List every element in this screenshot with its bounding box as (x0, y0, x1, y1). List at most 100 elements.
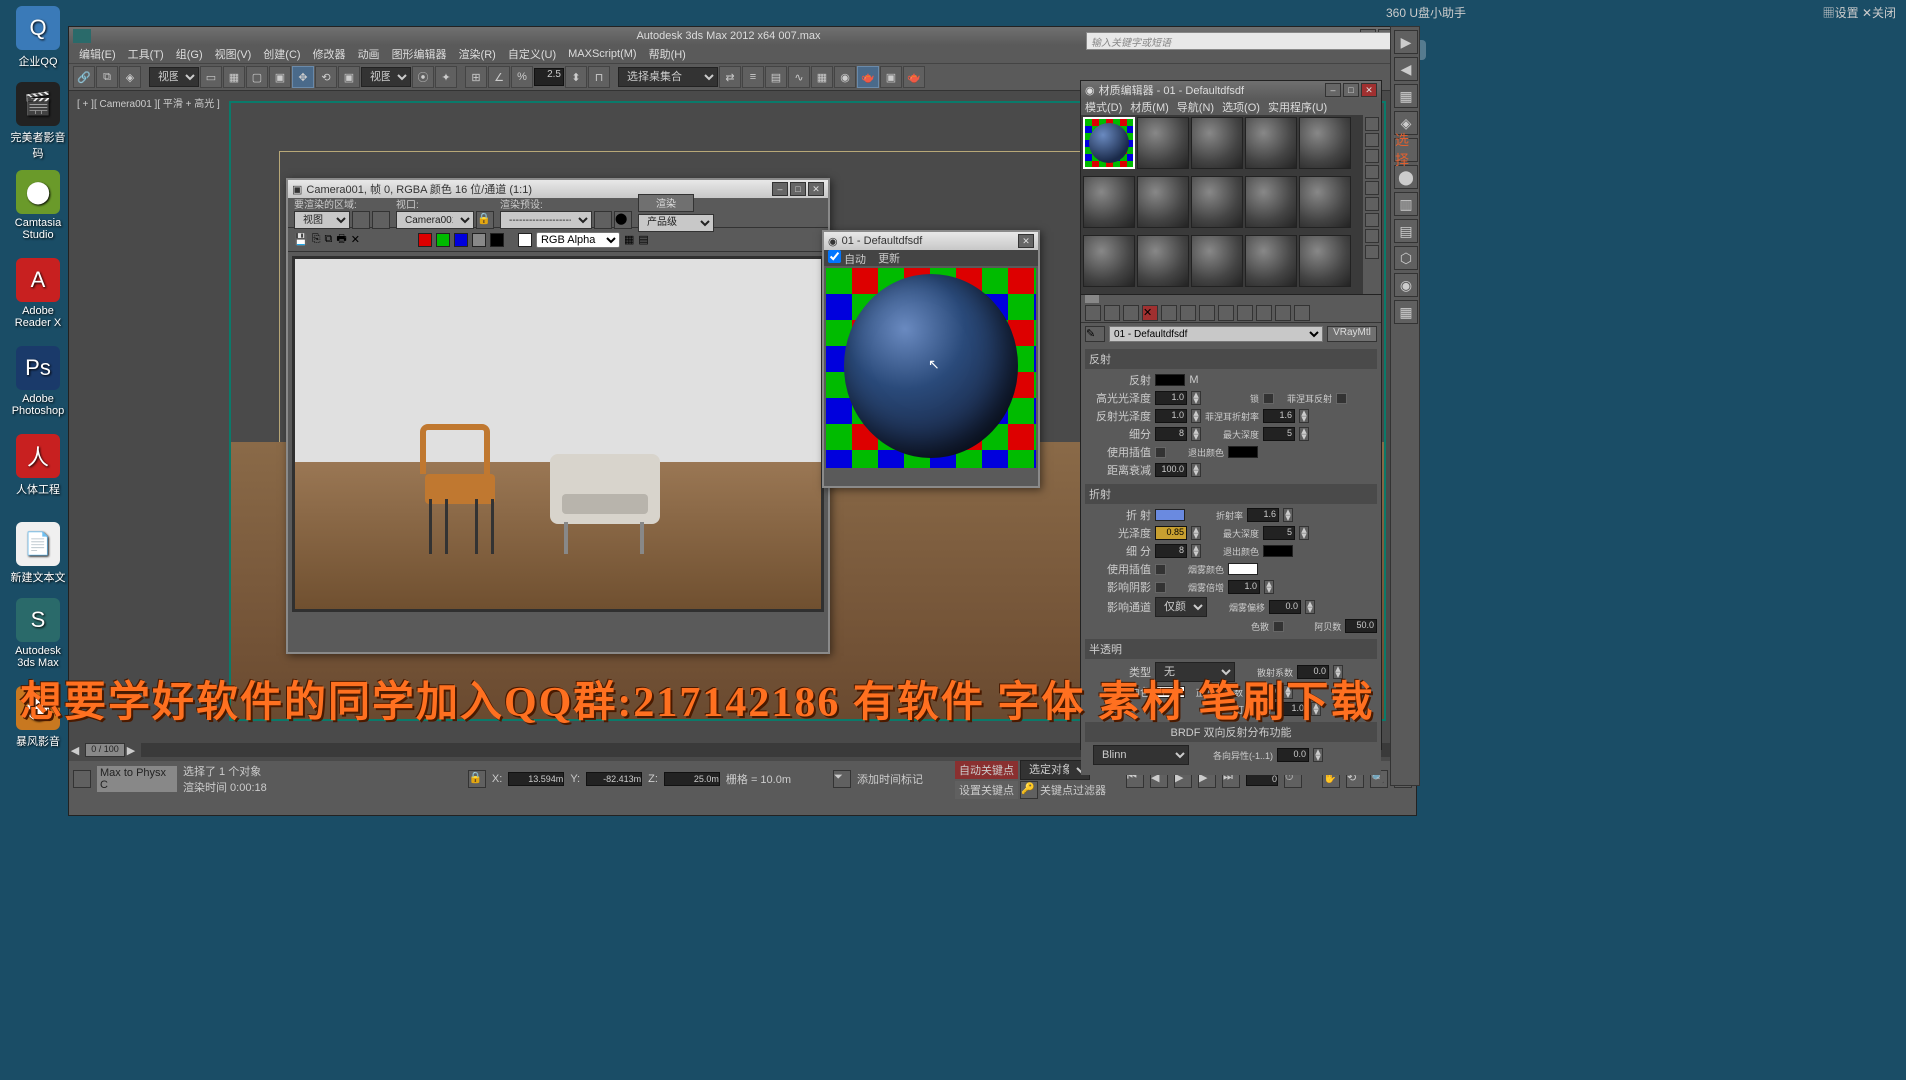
mat-map-nav-icon[interactable] (1365, 245, 1379, 259)
select-name-icon[interactable]: ▦ (223, 66, 245, 88)
maxscript-icon[interactable] (73, 770, 91, 788)
video-check-icon[interactable] (1365, 181, 1379, 195)
material-type-button[interactable]: VRayMtl (1327, 326, 1377, 342)
mono-channel-button[interactable] (490, 233, 504, 247)
ior-spinner[interactable]: 1.6 (1247, 508, 1279, 522)
align-icon[interactable]: ≡ (742, 66, 764, 88)
material-slot[interactable] (1083, 176, 1135, 228)
schematic-icon[interactable]: ▦ (811, 66, 833, 88)
manipulate-icon[interactable]: ✦ (435, 66, 457, 88)
menu-mode[interactable]: 模式(D) (1085, 99, 1122, 115)
abbe-spinner[interactable]: 50.0 (1345, 619, 1377, 633)
material-slot[interactable] (1299, 117, 1351, 169)
maximize-button[interactable]: □ (1343, 83, 1359, 97)
material-slot[interactable] (1299, 235, 1351, 287)
area-btn2-icon[interactable] (372, 211, 390, 229)
bg-swatch[interactable] (518, 233, 532, 247)
clone-image-icon[interactable]: ⧉ (325, 233, 333, 246)
window-crossing-icon[interactable]: ▣ (269, 66, 291, 88)
minimize-button[interactable]: – (1325, 83, 1341, 97)
spinner-buttons[interactable]: ▴▾ (1283, 508, 1293, 522)
make-copy-icon[interactable] (1161, 305, 1177, 321)
strip-icon[interactable]: 选择 (1394, 138, 1418, 162)
section-reflection[interactable]: 反射 (1085, 349, 1377, 369)
auto-checkbox[interactable] (828, 250, 841, 263)
blue-channel-button[interactable] (454, 233, 468, 247)
material-slot[interactable] (1137, 117, 1189, 169)
fogbias-spinner[interactable]: 0.0 (1269, 600, 1301, 614)
menu-help[interactable]: 帮助(H) (643, 46, 692, 62)
select-icon[interactable]: ▭ (200, 66, 222, 88)
update-button[interactable]: 更新 (878, 250, 900, 266)
coord-z-input[interactable] (664, 772, 720, 786)
material-slot[interactable] (1137, 235, 1189, 287)
sample-type-icon[interactable] (1365, 117, 1379, 131)
tray-controls[interactable]: ▦设置 ✕关闭 (1823, 4, 1896, 21)
named-selection-set[interactable]: 选择桌集合 (618, 67, 718, 87)
maxdepth-spinner[interactable]: 5 (1263, 427, 1295, 441)
viewport-label[interactable]: [ + ][ Camera001 ][ 平滑 + 高光 ] (77, 95, 220, 110)
lock-viewport-icon[interactable]: 🔒 (476, 211, 494, 229)
render-button[interactable]: 渲染 (638, 194, 694, 212)
lock-icon[interactable]: 🔒 (468, 770, 486, 788)
menu-tools[interactable]: 工具(T) (122, 46, 170, 62)
h-scroll-thumb[interactable] (1085, 295, 1099, 303)
menu-group[interactable]: 组(G) (170, 46, 209, 62)
close-button[interactable]: ✕ (1361, 83, 1377, 97)
percent-snap-icon[interactable]: % (511, 66, 533, 88)
spinner-buttons[interactable]: ▴▾ (1191, 409, 1201, 423)
print-icon[interactable]: 🖶 (336, 230, 346, 249)
show-map-icon[interactable] (1237, 305, 1253, 321)
exitcol-swatch[interactable] (1228, 446, 1258, 458)
affectch-select[interactable]: 仅颜色 (1155, 597, 1207, 617)
background-icon[interactable] (1365, 149, 1379, 163)
fresior-spinner[interactable]: 1.6 (1263, 409, 1295, 423)
setkey-button[interactable]: 设置关键点 (955, 781, 1018, 799)
fogmult-spinner[interactable]: 1.0 (1228, 580, 1260, 594)
key-icon[interactable]: 🔑 (1020, 781, 1038, 799)
spinner-buttons[interactable]: ▴▾ (1299, 427, 1309, 441)
show-end-icon[interactable] (1256, 305, 1272, 321)
strip-icon[interactable]: ▦ (1394, 84, 1418, 108)
menu-maxscript[interactable]: MAXScript(M) (562, 48, 642, 60)
edge-snap-icon[interactable]: ⊓ (588, 66, 610, 88)
reflect-color-swatch[interactable] (1155, 374, 1185, 386)
material-slot[interactable] (1245, 176, 1297, 228)
unlink-icon[interactable]: ⧉ (96, 66, 118, 88)
add-time-tag[interactable]: 添加时间标记 (857, 771, 923, 787)
preset-btn2-icon[interactable]: ⬤ (614, 211, 632, 229)
rmax-spinner[interactable]: 5 (1263, 526, 1295, 540)
area-btn1-icon[interactable] (352, 211, 370, 229)
rotate-icon[interactable]: ⟲ (315, 66, 337, 88)
make-unique-icon[interactable] (1180, 305, 1196, 321)
material-slot[interactable] (1191, 117, 1243, 169)
material-slot-1[interactable] (1083, 117, 1135, 169)
green-channel-button[interactable] (436, 233, 450, 247)
link-icon[interactable]: 🔗 (73, 66, 95, 88)
material-slot[interactable] (1191, 235, 1243, 287)
timeline-right-arrow[interactable]: ▶ (125, 744, 137, 757)
get-material-icon[interactable] (1085, 305, 1101, 321)
spinner-buttons[interactable]: ▴▾ (1299, 409, 1309, 423)
spinner-snap[interactable]: 2.5 (534, 68, 564, 86)
material-slot[interactable] (1245, 235, 1297, 287)
pivot-icon[interactable]: ⦿ (412, 66, 434, 88)
subdiv-spinner[interactable]: 8 (1155, 427, 1187, 441)
make-preview-icon[interactable] (1365, 197, 1379, 211)
material-slot[interactable] (1299, 176, 1351, 228)
help-search-input[interactable]: 输入关键字或短语 (1086, 32, 1406, 50)
dispersion-checkbox[interactable] (1273, 621, 1284, 632)
shadows-checkbox[interactable] (1155, 582, 1166, 593)
menu-customize[interactable]: 自定义(U) (502, 46, 562, 62)
strip-icon[interactable]: ⬡ (1394, 246, 1418, 270)
aniso-spinner[interactable]: 0.0 (1277, 748, 1309, 762)
desktop-icon[interactable]: 🎬完美者影音码 (8, 82, 68, 161)
matpreview-titlebar[interactable]: ◉ 01 - Defaultdfsdf ✕ (824, 232, 1038, 250)
matedit-titlebar[interactable]: ◉ 材质编辑器 - 01 - Defaultdfsdf –□✕ (1081, 81, 1381, 99)
put-to-library-icon[interactable] (1199, 305, 1215, 321)
menu-animation[interactable]: 动画 (352, 46, 386, 62)
maximize-button[interactable]: □ (790, 182, 806, 196)
minimize-button[interactable]: – (772, 182, 788, 196)
bind-icon[interactable]: ◈ (119, 66, 141, 88)
rect-select-icon[interactable]: ▢ (246, 66, 268, 88)
